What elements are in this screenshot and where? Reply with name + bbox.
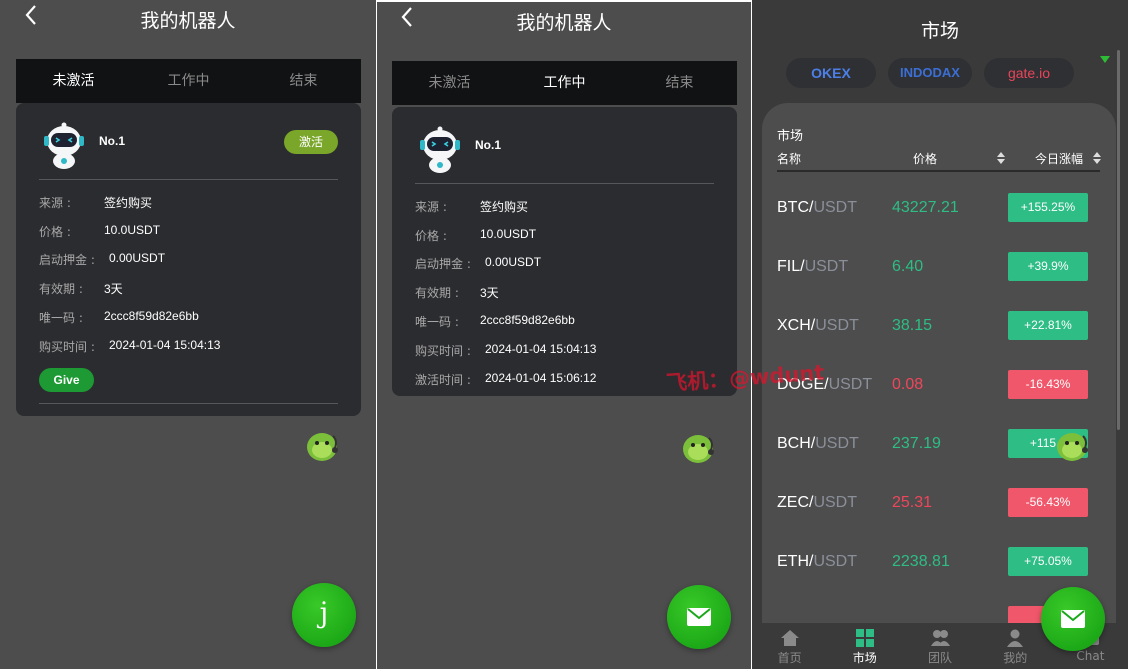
detail-row-purchase-time: 购买时间 :2024-01-04 15:04:13 — [415, 342, 597, 358]
team-icon — [931, 630, 950, 646]
pair-name: FIL/USDT — [777, 258, 849, 275]
detail-row-validity: 有效期 :3天 — [39, 282, 123, 296]
frog-mascot-icon[interactable] — [1052, 424, 1092, 464]
pair-price: 38.15 — [892, 317, 933, 334]
change-badge[interactable]: +75.05% — [1008, 547, 1088, 576]
nav-mine[interactable]: 我的 — [978, 623, 1053, 669]
pair-name: BCH/USDT — [777, 435, 859, 452]
pair-name: ZEC/USDT — [777, 494, 858, 511]
market-row[interactable]: DOGE/USDT 0.08 -16.43% — [777, 370, 1100, 400]
market-table-header: 名称 价格 今日涨幅 — [777, 150, 1101, 172]
col-name: 名称 — [777, 152, 802, 166]
detail-row-unique-code: 唯一码 :2ccc8f59d82e6bb — [415, 313, 575, 329]
pair-price: 43227.21 — [892, 199, 959, 216]
user-icon — [1007, 629, 1024, 647]
chat-fab-button[interactable] — [667, 585, 731, 649]
pair-price: 25.31 — [892, 494, 933, 511]
tab-working[interactable]: 工作中 — [507, 61, 622, 105]
pair-name: BTC/USDT — [777, 199, 858, 216]
frog-mascot-icon[interactable] — [678, 426, 718, 466]
detail-row-unique-code: 唯一码 :2ccc8f59d82e6bb — [39, 309, 199, 325]
pair-price: 2238.81 — [892, 553, 950, 570]
detail-row-validity: 有效期 :3天 — [415, 286, 499, 300]
tab-ended[interactable]: 结束 — [622, 61, 737, 105]
home-icon — [780, 630, 799, 646]
robot-card: No.1 激活 来源 : 签约购买 价格 :10.0USDT 启动押金 :0.00… — [16, 103, 361, 416]
change-badge[interactable]: -56.43% — [1008, 488, 1088, 517]
robot-avatar-icon — [44, 122, 84, 169]
screenshot-composite: 我的机器人 未激活 工作中 结束 No.1 激活 来源 : 签约购买 价格 :10… — [0, 0, 1128, 669]
change-badge[interactable]: +39.9% — [1008, 252, 1088, 281]
page-title: 我的机器人 — [516, 12, 612, 34]
market-row[interactable]: ZEC/USDT 25.31 -56.43% — [777, 488, 1100, 518]
robot-name: No.1 — [99, 134, 126, 148]
detail-row-deposit: 启动押金 :0.00USDT — [415, 255, 542, 271]
tab-ended[interactable]: 结束 — [246, 59, 361, 103]
pair-price: 6.40 — [892, 258, 924, 275]
chat-fab-button[interactable]: j — [292, 583, 356, 647]
chat-fab-button[interactable] — [1041, 587, 1105, 651]
detail-row-activation-time: 激活时间 :2024-01-04 15:06:12 — [415, 371, 597, 387]
nav-market[interactable]: 市场 — [827, 623, 902, 669]
change-badge[interactable]: +22.81% — [1008, 311, 1088, 340]
col-change[interactable]: 今日涨幅 — [1035, 150, 1083, 167]
detail-row-price: 价格 :10.0USDT — [39, 223, 161, 239]
mail-icon — [687, 608, 711, 626]
give-button[interactable]: Give — [39, 368, 94, 392]
divider — [39, 179, 338, 180]
pair-price: 0.08 — [892, 376, 924, 393]
detail-row-purchase-time: 购买时间 :2024-01-04 15:04:13 — [39, 338, 221, 354]
tab-inactive[interactable]: 未激活 — [392, 61, 507, 105]
change-badge[interactable]: +155.25% — [1008, 193, 1088, 222]
frog-mascot-icon[interactable] — [302, 424, 342, 464]
robot-card: No.1 来源 : 签约购买 价格 :10.0USDT 启动押金 :0.00USD… — [392, 107, 737, 396]
exchange-gateio[interactable]: gate.io — [984, 58, 1074, 88]
market-panel: 市场 OKEX INDODAX gate.io 市场 名称 价格 今日涨幅 BT… — [752, 0, 1128, 669]
change-badge[interactable]: -16.43% — [1008, 370, 1088, 399]
sort-icon[interactable] — [997, 152, 1005, 164]
exchange-okex[interactable]: OKEX — [786, 58, 876, 88]
fab-glyph: j — [319, 596, 329, 629]
detail-row-price: 价格 :10.0USDT — [415, 227, 537, 243]
page-title: 市场 — [920, 20, 959, 42]
status-tabs: 未激活 工作中 结束 — [16, 59, 361, 103]
robot-name: No.1 — [475, 138, 502, 152]
market-row[interactable]: ETH/USDT 2238.81 +75.05% — [777, 547, 1100, 577]
market-row[interactable]: BTC/USDT 43227.21 +155.25% — [777, 193, 1100, 223]
status-tabs: 未激活 工作中 结束 — [392, 61, 737, 105]
mail-icon — [1061, 610, 1085, 628]
nav-team[interactable]: 团队 — [902, 623, 977, 669]
market-grid-icon — [855, 629, 874, 647]
sort-icon[interactable] — [1093, 152, 1101, 164]
exchange-indodax[interactable]: INDODAX — [888, 58, 972, 88]
activate-button[interactable]: 激活 — [284, 130, 338, 154]
detail-row-source: 来源 : 签约购买 — [39, 196, 153, 210]
pair-name: ETH/USDT — [777, 553, 858, 570]
detail-row-source: 来源 : 签约购买 — [415, 200, 529, 214]
market-section-title: 市场 — [777, 129, 804, 144]
market-row[interactable]: XCH/USDT 38.15 +22.81% — [777, 311, 1100, 341]
robots-panel-working: 我的机器人 未激活 工作中 结束 No.1 来源 : 签约购买 价格 :10.0U… — [377, 2, 751, 669]
nav-home[interactable]: 首页 — [752, 623, 827, 669]
dropdown-triangle-icon[interactable] — [1100, 56, 1110, 64]
robots-panel-inactive: 我的机器人 未激活 工作中 结束 No.1 激活 来源 : 签约购买 价格 :10… — [0, 0, 376, 669]
scrollbar[interactable] — [1117, 50, 1120, 430]
pair-price: 237.19 — [892, 435, 941, 452]
page-title: 我的机器人 — [140, 10, 236, 32]
col-price[interactable]: 价格 — [913, 150, 937, 167]
robot-avatar-icon — [420, 126, 460, 173]
detail-row-deposit: 启动押金 :0.00USDT — [39, 251, 166, 267]
tab-inactive[interactable]: 未激活 — [16, 59, 131, 103]
tab-working[interactable]: 工作中 — [131, 59, 246, 103]
divider — [415, 183, 714, 184]
market-row[interactable]: FIL/USDT 6.40 +39.9% — [777, 252, 1100, 282]
divider — [39, 403, 338, 404]
pair-name: XCH/USDT — [777, 317, 859, 334]
